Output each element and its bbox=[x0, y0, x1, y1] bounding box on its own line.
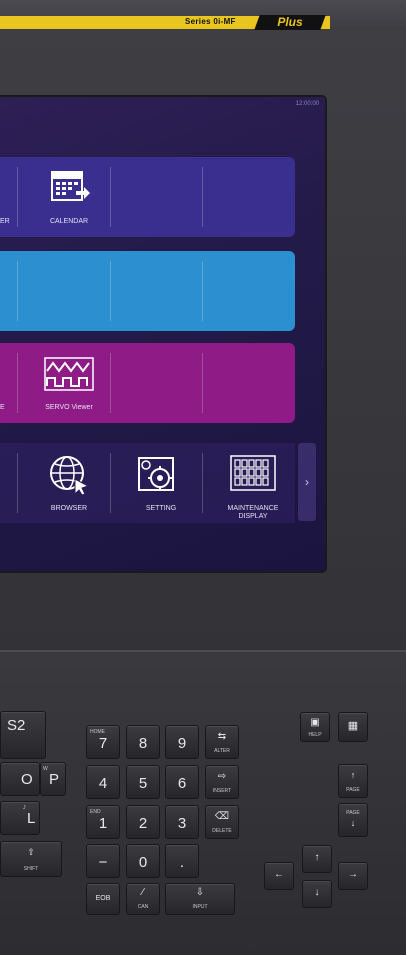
key-3[interactable]: 3 bbox=[165, 805, 199, 839]
tile-divider bbox=[202, 167, 203, 227]
shift-up-icon: ⇧ bbox=[27, 847, 35, 857]
next-page-arrow[interactable]: › bbox=[298, 443, 316, 521]
key-page-down[interactable]: PAGE ↓ bbox=[338, 803, 368, 837]
maintenance-display-label[interactable]: MAINTENANCE DISPLAY bbox=[213, 505, 293, 521]
key-page-up[interactable]: ↑ PAGE bbox=[338, 764, 368, 798]
key-p[interactable]: W P bbox=[40, 762, 66, 796]
tile-divider bbox=[202, 261, 203, 321]
key-minus[interactable]: − bbox=[86, 844, 120, 878]
key-8[interactable]: 8 bbox=[126, 725, 160, 759]
key-cursor-up[interactable]: ↑ bbox=[302, 845, 332, 873]
app-row-2 bbox=[0, 251, 295, 331]
clock-display: 12:00:00 bbox=[295, 101, 319, 107]
key-s2[interactable]: S2 bbox=[0, 711, 46, 759]
tile-divider bbox=[17, 353, 18, 413]
tile-divider bbox=[110, 261, 111, 321]
key-1[interactable]: END 1 bbox=[86, 805, 120, 839]
series-label: Series 0i-MF bbox=[185, 17, 236, 26]
cursor-left-icon: ← bbox=[274, 869, 284, 880]
key-menu-grid[interactable]: ▦ bbox=[338, 712, 368, 742]
tile-divider bbox=[17, 453, 18, 513]
setting-gear-icon[interactable] bbox=[138, 457, 174, 496]
servo-viewer-icon[interactable] bbox=[44, 357, 94, 396]
key-cursor-right[interactable]: → bbox=[338, 862, 368, 890]
key-0[interactable]: 0 bbox=[126, 844, 160, 878]
cursor-right-icon: → bbox=[348, 869, 358, 880]
key-help[interactable]: ▣ HELP bbox=[300, 712, 330, 742]
tile-label-clipped: E bbox=[0, 404, 5, 411]
tile-divider bbox=[17, 261, 18, 321]
cancel-slash-icon: ⁄ bbox=[142, 887, 144, 898]
servo-viewer-label[interactable]: SERVO Viewer bbox=[29, 404, 109, 412]
tile-divider bbox=[202, 353, 203, 413]
input-arrow-icon: ⇩ bbox=[195, 887, 205, 898]
key-eob[interactable]: EOB bbox=[86, 883, 120, 915]
help-screen-icon: ▣ bbox=[310, 717, 320, 728]
key-9[interactable]: 9 bbox=[165, 725, 199, 759]
plus-label: Plus bbox=[277, 15, 303, 29]
down-arrow-icon: ↓ bbox=[350, 818, 356, 828]
key-input[interactable]: ⇩ INPUT bbox=[165, 883, 235, 915]
tile-divider bbox=[17, 167, 18, 227]
setting-label[interactable]: SETTING bbox=[121, 505, 201, 513]
key-4[interactable]: 4 bbox=[86, 765, 120, 799]
key-7[interactable]: HOME 7 bbox=[86, 725, 120, 759]
tile-divider bbox=[202, 453, 203, 513]
key-dot[interactable]: . bbox=[165, 844, 199, 878]
cursor-down-icon: ↓ bbox=[314, 887, 320, 898]
tile-divider bbox=[110, 167, 111, 227]
key-insert[interactable]: ⇨ INSERT bbox=[205, 765, 239, 799]
browser-label[interactable]: BROWSER bbox=[29, 505, 109, 513]
key-cursor-left[interactable]: ← bbox=[264, 862, 294, 890]
browser-globe-icon[interactable] bbox=[48, 454, 90, 501]
grid-icon: ▦ bbox=[347, 720, 359, 732]
alter-icon: ⇆ bbox=[217, 731, 227, 742]
maintenance-display-icon[interactable] bbox=[230, 455, 276, 496]
tile-divider bbox=[110, 453, 111, 513]
calendar-label[interactable]: CALENDAR bbox=[29, 218, 109, 226]
key-5[interactable]: 5 bbox=[126, 765, 160, 799]
key-l[interactable]: J L bbox=[0, 801, 40, 835]
tile-divider bbox=[110, 353, 111, 413]
delete-icon: ⌫ bbox=[214, 811, 230, 822]
calendar-icon[interactable] bbox=[50, 169, 92, 212]
tile-label-clipped: ER bbox=[0, 218, 10, 225]
key-shift[interactable]: ⇧ SHIFT bbox=[0, 841, 62, 877]
up-arrow-icon: ↑ bbox=[350, 770, 356, 780]
cnc-screen: 12:00:00 ER CALENDAR E SERVO Viewer BROW… bbox=[0, 97, 325, 571]
insert-icon: ⇨ bbox=[217, 771, 227, 782]
key-can[interactable]: ⁄ CAN bbox=[126, 883, 160, 915]
cursor-up-icon: ↑ bbox=[314, 852, 320, 863]
key-6[interactable]: 6 bbox=[165, 765, 199, 799]
key-delete[interactable]: ⌫ DELETE bbox=[205, 805, 239, 839]
key-cursor-down[interactable]: ↓ bbox=[302, 880, 332, 908]
key-o[interactable]: O bbox=[0, 762, 40, 796]
plus-badge: Plus bbox=[254, 15, 326, 30]
key-alter[interactable]: ⇆ ALTER bbox=[205, 725, 239, 759]
key-2[interactable]: 2 bbox=[126, 805, 160, 839]
